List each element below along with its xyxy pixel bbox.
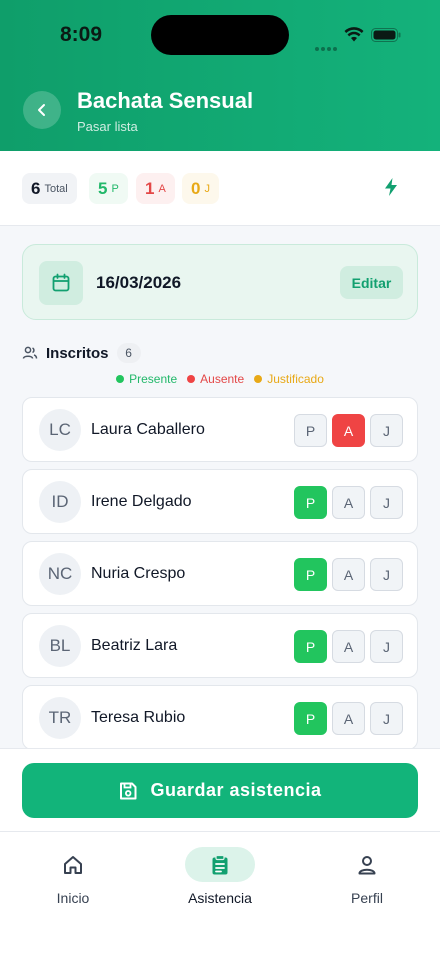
present-button[interactable]: P bbox=[294, 558, 327, 591]
absent-chip: 1 A bbox=[136, 173, 175, 204]
user-icon bbox=[358, 855, 376, 874]
clipboard-icon-wrap bbox=[185, 847, 255, 882]
legend-absent: Ausente bbox=[187, 372, 244, 386]
justified-button[interactable]: J bbox=[370, 558, 403, 591]
total-chip: 6 Total bbox=[22, 173, 77, 204]
student-name: Laura Caballero bbox=[91, 421, 205, 438]
enrolled-count: 6 bbox=[116, 343, 141, 363]
absent-label: A bbox=[158, 182, 166, 195]
justified-chip: 0 J bbox=[182, 173, 219, 204]
status-time: 8:09 bbox=[60, 23, 103, 46]
justified-button[interactable]: J bbox=[370, 414, 403, 447]
student-row: BL Beatriz Lara P A J bbox=[22, 613, 418, 678]
student-row: TR Teresa Rubio P A J bbox=[22, 685, 418, 750]
status-bar: 8:09 bbox=[0, 0, 440, 70]
present-label: P bbox=[111, 182, 119, 195]
clipboard-icon bbox=[212, 854, 228, 874]
present-button[interactable]: P bbox=[294, 486, 327, 519]
legend-present: Presente bbox=[116, 372, 177, 386]
justified-button[interactable]: J bbox=[370, 630, 403, 663]
date-card: 16/03/2026 Editar bbox=[22, 244, 418, 320]
stats-bar: 6 Total 5 P 1 A 0 J bbox=[0, 151, 440, 226]
avatar: TR bbox=[39, 697, 81, 739]
bolt-icon[interactable] bbox=[380, 176, 402, 198]
justified-count: 0 bbox=[191, 178, 201, 198]
justified-button[interactable]: J bbox=[370, 486, 403, 519]
present-button[interactable]: P bbox=[294, 414, 327, 447]
student-row: ID Irene Delgado P A J bbox=[22, 469, 418, 534]
status-legend: Presente Ausente Justificado bbox=[0, 372, 440, 386]
student-name: Beatriz Lara bbox=[91, 637, 178, 654]
calendar-icon bbox=[52, 273, 70, 292]
present-chip: 5 P bbox=[89, 173, 128, 204]
absent-button[interactable]: A bbox=[332, 486, 365, 519]
absent-button[interactable]: A bbox=[332, 414, 365, 447]
total-label: Total bbox=[44, 182, 68, 195]
legend-justified-label: Justificado bbox=[267, 372, 324, 386]
present-dot bbox=[116, 375, 125, 383]
absent-button[interactable]: A bbox=[332, 702, 365, 735]
student-name: Nuria Crespo bbox=[91, 565, 186, 582]
tab-profile-label: Perfil bbox=[351, 890, 383, 906]
back-button[interactable] bbox=[23, 91, 61, 129]
tab-profile[interactable]: Perfil bbox=[307, 847, 427, 907]
calendar-button[interactable] bbox=[39, 261, 83, 305]
present-button[interactable]: P bbox=[294, 702, 327, 735]
enrolled-header: Inscritos 6 bbox=[22, 343, 141, 363]
avatar: LC bbox=[39, 409, 81, 451]
student-row: NC Nuria Crespo P A J bbox=[22, 541, 418, 606]
page-title: Bachata Sensual bbox=[77, 88, 254, 113]
absent-button[interactable]: A bbox=[332, 558, 365, 591]
student-row: LC Laura Caballero P A J bbox=[22, 397, 418, 462]
tab-attendance[interactable]: Asistencia bbox=[160, 847, 280, 907]
student-name: Irene Delgado bbox=[91, 493, 192, 510]
page-subtitle: Pasar lista bbox=[77, 119, 138, 134]
session-date: 16/03/2026 bbox=[96, 273, 182, 292]
save-icon bbox=[120, 782, 137, 799]
save-label: Guardar asistencia bbox=[150, 780, 322, 800]
save-bar: Guardar asistencia bbox=[0, 748, 440, 831]
absent-dot bbox=[187, 375, 196, 383]
present-button[interactable]: P bbox=[294, 630, 327, 663]
legend-justified: Justificado bbox=[254, 372, 324, 386]
users-icon bbox=[22, 346, 38, 359]
dynamic-island bbox=[151, 15, 289, 55]
avatar: BL bbox=[39, 625, 81, 667]
tab-home-label: Inicio bbox=[56, 890, 90, 906]
justified-label: J bbox=[204, 182, 210, 195]
absent-count: 1 bbox=[145, 178, 155, 198]
chevron-left-icon bbox=[38, 104, 45, 116]
tab-attendance-label: Asistencia bbox=[188, 890, 252, 906]
enrolled-title: Inscritos bbox=[46, 344, 109, 362]
home-icon bbox=[64, 855, 82, 874]
tab-home[interactable]: Inicio bbox=[13, 847, 133, 907]
avatar: ID bbox=[39, 481, 81, 523]
justified-button[interactable]: J bbox=[370, 702, 403, 735]
legend-present-label: Presente bbox=[129, 372, 178, 386]
home-icon-wrap bbox=[38, 847, 108, 882]
legend-absent-label: Ausente bbox=[200, 372, 245, 386]
absent-button[interactable]: A bbox=[332, 630, 365, 663]
signal-icon bbox=[315, 38, 339, 51]
edit-date-button[interactable]: Editar bbox=[340, 266, 403, 299]
battery-icon bbox=[371, 28, 401, 42]
present-count: 5 bbox=[98, 178, 108, 198]
bottom-tab-bar: Inicio Asistencia Perfil bbox=[0, 831, 440, 956]
app-header: 8:09 Bachata Sensual Pasar lista bbox=[0, 0, 440, 151]
save-attendance-button[interactable]: Guardar asistencia bbox=[22, 763, 418, 818]
justified-dot bbox=[254, 375, 263, 383]
wifi-icon bbox=[344, 27, 364, 42]
total-count: 6 bbox=[31, 178, 41, 198]
user-icon-wrap bbox=[332, 847, 402, 882]
avatar: NC bbox=[39, 553, 81, 595]
student-name: Teresa Rubio bbox=[91, 709, 186, 726]
